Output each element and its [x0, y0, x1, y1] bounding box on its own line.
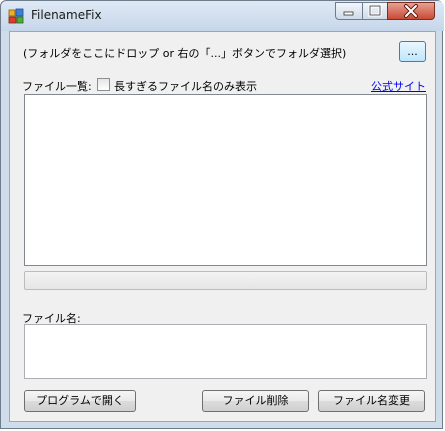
progress-bar: [24, 271, 427, 290]
browse-folder-button[interactable]: ...: [399, 41, 426, 62]
rename-file-button[interactable]: ファイル名変更: [318, 390, 425, 412]
long-names-only-checkbox[interactable]: [97, 78, 110, 91]
minimize-icon: [343, 11, 354, 16]
app-window: FilenameFix (フォルダをここにドロップ or 右の「...」ボタンで…: [0, 0, 444, 429]
filename-input[interactable]: [24, 324, 427, 379]
file-list-box[interactable]: [24, 94, 427, 266]
client-area: (フォルダをここにドロップ or 右の「...」ボタンでフォルダ選択) ... …: [9, 31, 436, 422]
maximize-button[interactable]: [362, 2, 388, 20]
official-site-link[interactable]: 公式サイト: [371, 78, 426, 94]
file-list-label: ファイル一覧:: [22, 80, 92, 93]
app-icon: [8, 8, 24, 24]
close-icon: [404, 4, 418, 18]
long-names-only-label[interactable]: 長すぎるファイル名のみ表示: [114, 78, 257, 94]
delete-file-button[interactable]: ファイル削除: [202, 390, 309, 412]
window-title: FilenameFix: [31, 8, 102, 22]
minimize-button[interactable]: [335, 2, 363, 20]
close-button[interactable]: [387, 2, 435, 20]
title-bar[interactable]: FilenameFix: [1, 1, 444, 31]
open-with-program-button[interactable]: プログラムで開く: [24, 390, 136, 412]
maximize-icon: [368, 4, 382, 17]
folder-drop-instruction: (フォルダをここにドロップ or 右の「...」ボタンでフォルダ選択): [23, 47, 347, 60]
